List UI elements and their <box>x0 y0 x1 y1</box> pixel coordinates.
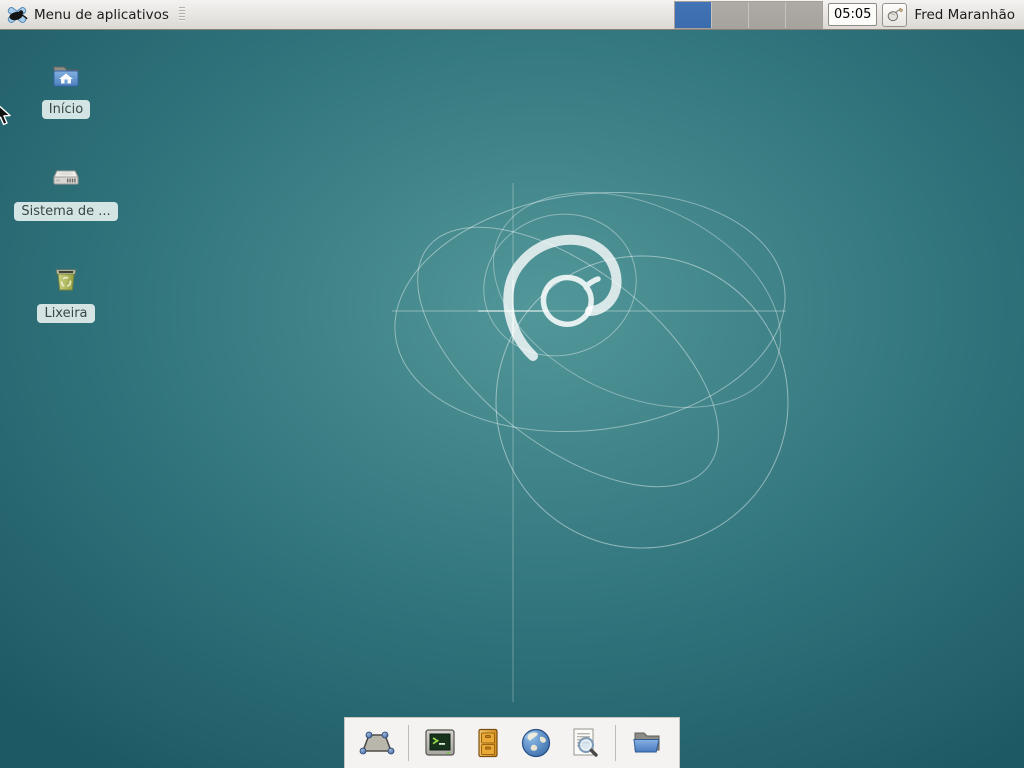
file-cabinet-icon <box>470 725 506 761</box>
applications-menu-label[interactable]: Menu de aplicativos <box>34 7 169 23</box>
mouse-icon <box>886 6 904 24</box>
filesystem-drive-icon <box>48 160 84 196</box>
arrow-cursor <box>0 102 13 128</box>
terminal-icon <box>422 725 458 761</box>
dock-separator <box>615 725 616 761</box>
clock-time: 05:05 <box>834 7 871 22</box>
open-folder-icon <box>629 725 665 761</box>
show-desktop-button[interactable] <box>357 723 397 763</box>
desktop-icon-label: Sistema de ... <box>14 202 117 221</box>
workspace-cell-1[interactable] <box>675 2 711 28</box>
globe-icon <box>518 725 554 761</box>
desktop-icon-label: Início <box>42 100 90 119</box>
web-browser-button[interactable] <box>516 723 556 763</box>
panel-grip-handle[interactable] <box>179 7 185 22</box>
home-folder-icon <box>48 58 84 94</box>
workspace-switcher[interactable] <box>674 1 823 29</box>
desktop-icon-home[interactable]: Início <box>16 58 116 119</box>
magnifier-document-icon <box>566 725 602 761</box>
applications-menu[interactable]: Menu de aplicativos <box>6 0 185 29</box>
xfce-logo-icon <box>6 4 28 26</box>
directory-menu-button[interactable] <box>627 723 667 763</box>
terminal-button[interactable] <box>420 723 460 763</box>
show-desktop-icon <box>359 725 395 761</box>
workspace-cell-3[interactable] <box>749 2 785 28</box>
bottom-dock <box>344 717 680 768</box>
mouse-button[interactable] <box>882 3 907 27</box>
xfce-desktop: Menu de aplicativos 05:05 Fred Maranhão <box>0 0 1024 768</box>
desktop-icon-filesystem[interactable]: Sistema de ... <box>16 160 116 221</box>
debian-swirl <box>508 240 616 356</box>
dock-separator <box>408 725 409 761</box>
desktop-icon-trash[interactable]: Lixeira <box>16 262 116 323</box>
desktop-icon-label: Lixeira <box>37 304 94 323</box>
clock[interactable]: 05:05 <box>828 3 877 26</box>
trash-icon <box>48 262 84 298</box>
panel-right-cluster: 05:05 Fred Maranhão <box>674 0 1018 29</box>
user-name-label[interactable]: Fred Maranhão <box>912 7 1018 23</box>
file-manager-button[interactable] <box>468 723 508 763</box>
application-finder-button[interactable] <box>564 723 604 763</box>
workspace-cell-2[interactable] <box>712 2 748 28</box>
workspace-cell-4[interactable] <box>786 2 822 28</box>
wallpaper-art <box>0 0 1024 768</box>
top-panel: Menu de aplicativos 05:05 Fred Maranhão <box>0 0 1024 30</box>
